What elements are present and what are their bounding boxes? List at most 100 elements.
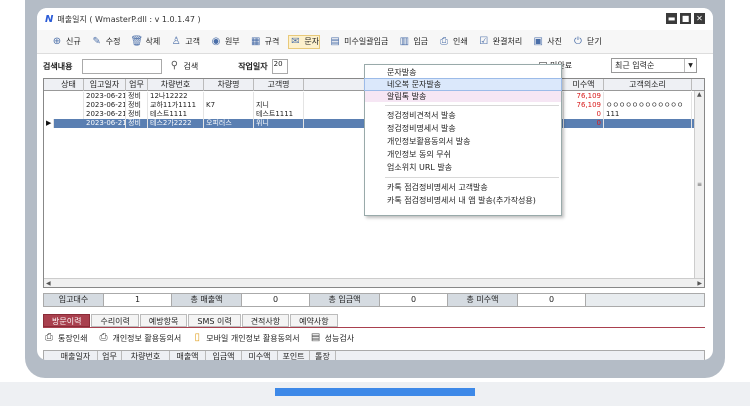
column-header[interactable]: 차량번호 [122, 351, 170, 360]
sales-label: 총 매출액 [172, 294, 242, 306]
ledger-button[interactable]: ◉ 원부 [210, 36, 240, 48]
detail-tabs: 방문이력 수리이력 예방항목 SMS 이력 견적사항 예약사항 [43, 314, 339, 327]
mobile-icon: ▯ [194, 332, 200, 343]
tab-prevention[interactable]: 예방항목 [139, 314, 188, 327]
photo-button[interactable]: ▣ 사진 [532, 36, 562, 48]
privacy-consent-button[interactable]: ⎙ 개인정보 활용동의서 [97, 332, 181, 344]
vertical-scrollbar[interactable]: ▲ ≡ ▼ [694, 91, 704, 287]
menu-item-kakao-customer[interactable]: 카톡 점검정비명세서 고객발송 [365, 182, 561, 193]
photo-icon: ▣ [533, 35, 543, 47]
column-header[interactable]: 포인트 [278, 351, 310, 360]
message-button[interactable]: ✉ 문자 [288, 34, 321, 49]
menu-item-statement-send[interactable]: 정검정비명세서 발송 [365, 123, 561, 134]
column-header[interactable]: 고객명 [254, 79, 304, 91]
row-customer [254, 92, 304, 101]
edit-button[interactable]: ✎ 수정 [91, 36, 121, 48]
toolbar-label: 규격 [264, 37, 280, 46]
column-header[interactable]: 상태 [54, 79, 84, 91]
scroll-left-icon[interactable]: ◀ [46, 280, 51, 287]
tab-repair-history[interactable]: 수리이력 [91, 314, 139, 327]
toolbar-label: 사진 [547, 37, 562, 46]
column-header[interactable]: 미수액 [564, 79, 604, 91]
search-input[interactable] [82, 58, 163, 74]
customer-button[interactable]: ♙ 고객 [170, 36, 200, 48]
printer-icon: ⎙ [440, 35, 449, 47]
toolbar-label: 수정 [105, 37, 121, 46]
bulk-payment-button[interactable]: ▤ 미수일괄입금 [329, 36, 388, 48]
column-header[interactable]: 차량명 [204, 79, 254, 91]
tab-estimate[interactable]: 견적사항 [241, 314, 290, 327]
menu-item-consent-send[interactable]: 개인정보활용동의서 발송 [365, 136, 561, 147]
row-pointer-icon: ▶ [44, 119, 54, 128]
income-label: 총 입금액 [310, 294, 380, 306]
new-button[interactable]: ⊕ 신규 [51, 36, 81, 48]
exit-button[interactable]: ⏻ 닫기 [572, 36, 602, 48]
toolbar-label: 입금 [413, 37, 429, 46]
minimize-button[interactable]: ▬ [666, 13, 677, 24]
menu-item-alimtalk[interactable]: 알림톡 발송 [365, 91, 561, 102]
app-window: N 매출일지 ( WmasterP.dll : v 1.0.1.47 ) ▬ ■… [37, 8, 713, 360]
performance-check-button[interactable]: ▤ 성능검사 [310, 332, 354, 344]
menu-item-location-url[interactable]: 업소위치 URL 발송 [365, 162, 561, 173]
close-button[interactable]: ✕ [694, 13, 705, 24]
tab-reservation[interactable]: 예약사항 [290, 314, 338, 327]
delete-button[interactable]: 🗑 삭제 [130, 36, 160, 48]
sort-select[interactable]: 최근 입력순 ▼ [611, 58, 697, 73]
column-header[interactable]: 톨장 [310, 351, 336, 360]
menu-item-send-sms[interactable]: 문자발송 [365, 67, 561, 78]
column-header[interactable]: 업무 [126, 79, 148, 91]
sort-value: 최근 입력순 [615, 61, 655, 70]
search-button[interactable]: ⚲ 검색 [168, 60, 198, 72]
row-voice: ㅇㅇㅇㅇㅇㅇㅇㅇㅇㅇㅇㅇ [604, 101, 692, 110]
date-input[interactable]: 20 [271, 58, 288, 74]
tab-sms-history[interactable]: SMS 이력 [188, 314, 241, 327]
menu-item-neobok-sms[interactable]: 네오복 문자발송 [364, 78, 562, 91]
search-button-label: 검색 [183, 61, 199, 71]
menu-item-consent-ignore[interactable]: 개인정보 동의 무쉬 [365, 149, 561, 160]
dropdown-arrow-icon[interactable]: ▼ [684, 59, 696, 72]
row-unpaid: 0 [564, 110, 604, 119]
horizontal-scrollbar[interactable]: ◀ ▶ [44, 278, 704, 287]
clipboard-icon: ▤ [310, 332, 321, 343]
row-date: 2023-06-21 [86, 119, 126, 128]
complete-button[interactable]: ☑ 완결처리 [478, 36, 522, 48]
column-header[interactable]: 입금액 [206, 351, 242, 360]
row-car [204, 92, 254, 101]
app-logo-icon: N [45, 13, 54, 25]
toolbar-label: 닫기 [586, 37, 602, 46]
row-car [204, 110, 254, 119]
toolbar-label: 삭제 [145, 37, 161, 46]
bankbook-print-button[interactable]: ⎙ 통장인쇄 [43, 332, 87, 344]
column-header[interactable]: 매출액 [170, 351, 206, 360]
row-state [54, 101, 84, 110]
search-icon: ⚲ [170, 60, 179, 71]
column-header[interactable]: 고객의소리 [604, 79, 692, 91]
deposit-button[interactable]: ▥ 입금 [398, 36, 428, 48]
scroll-grip-icon[interactable]: ≡ [697, 181, 702, 188]
column-header[interactable]: 차량번호 [148, 79, 204, 91]
row-state [54, 92, 84, 101]
menu-item-estimate-send[interactable]: 정검정비견적서 발송 [365, 110, 561, 121]
row-work: 정비 [126, 119, 148, 128]
column-header[interactable]: 매출일자 [54, 351, 98, 360]
row-date: 2023-06-21 [86, 92, 126, 101]
scroll-up-icon[interactable]: ▲ [697, 91, 702, 98]
plus-circle-icon: ⊕ [52, 35, 62, 47]
document-icon: ▥ [399, 35, 410, 47]
menu-separator [385, 177, 559, 178]
print-button[interactable]: ⎙ 인쇄 [438, 36, 468, 48]
scroll-right-icon[interactable]: ▶ [697, 280, 702, 287]
column-header[interactable]: 미수액 [242, 351, 278, 360]
column-header[interactable]: 업무 [98, 351, 122, 360]
maximize-button[interactable]: ■ [680, 13, 691, 24]
menu-separator [385, 105, 559, 106]
menu-item-kakao-app[interactable]: 카톡 점검정비명세서 내 앱 발송(추가작성용) [365, 195, 561, 206]
column-header[interactable]: 입고일자 [84, 79, 126, 91]
mobile-consent-button[interactable]: ▯ 모바일 개인정보 활용동의서 [191, 332, 299, 344]
row-plate: 테스트1111 [148, 110, 204, 119]
row-work: 정비 [126, 101, 148, 110]
tab-visit-history[interactable]: 방문이력 [43, 314, 91, 327]
sales-value: 0 [242, 294, 310, 306]
spec-button[interactable]: ▦ 규격 [250, 36, 280, 48]
toolbar-label: 인쇄 [453, 37, 468, 46]
